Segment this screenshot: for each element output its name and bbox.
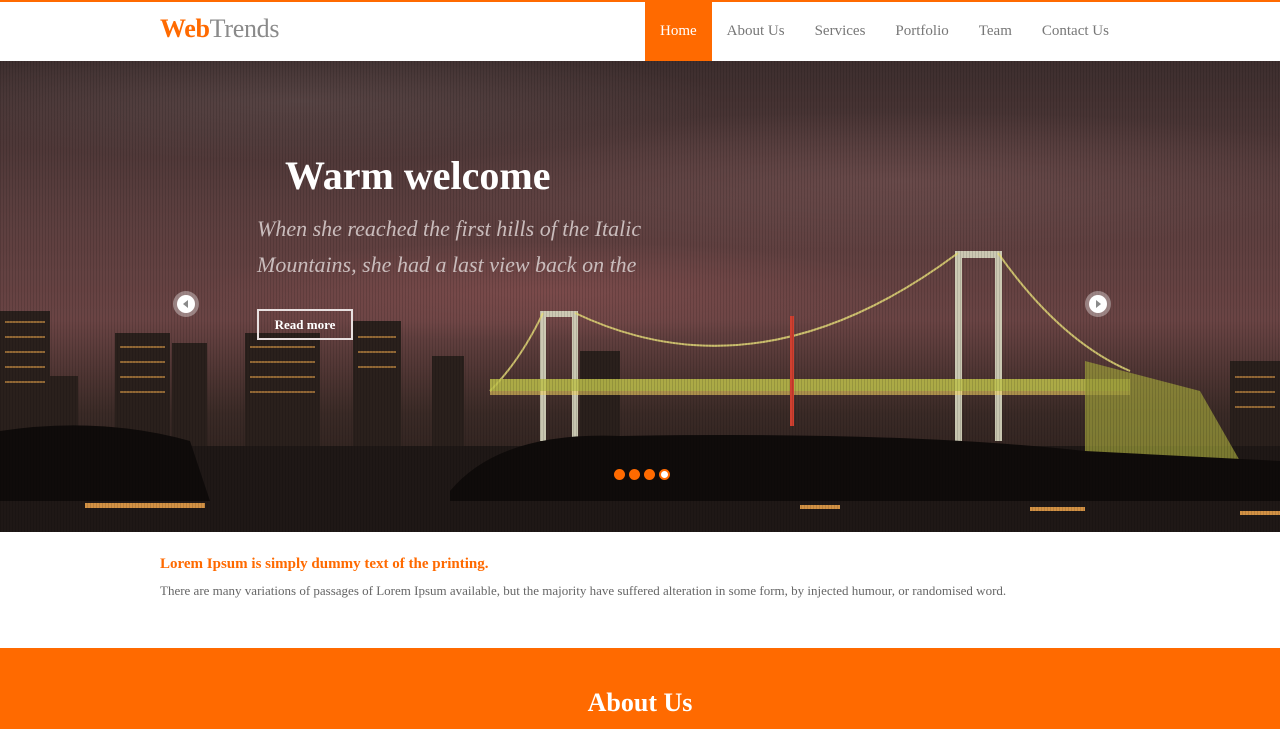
nav-item-about-us[interactable]: About Us (712, 2, 800, 61)
hero-subtitle-line-2: Mountains, she had a last view back on t… (257, 252, 637, 277)
about-section: About Us (0, 648, 1280, 729)
nav-item-portfolio[interactable]: Portfolio (880, 2, 963, 61)
logo-part-trends: Trends (209, 14, 280, 43)
hero-subtitle: When she reached the first hills of the … (257, 211, 677, 283)
about-heading: About Us (587, 688, 693, 717)
slider-dot-3[interactable] (644, 469, 655, 480)
hero-subtitle-line-1: When she reached the first hills of the … (257, 216, 642, 241)
hero-title: Warm welcome (285, 153, 551, 198)
slider-dot-4[interactable] (659, 469, 670, 480)
read-more-button[interactable]: Read more (257, 309, 353, 340)
slider-dot-1[interactable] (614, 469, 625, 480)
site-header: WebTrends Home About Us Services Portfol… (0, 2, 1280, 61)
nav-item-contact-us[interactable]: Contact Us (1027, 2, 1124, 61)
intro-paragraph: There are many variations of passages of… (160, 583, 1007, 598)
main-nav: Home About Us Services Portfolio Team Co… (645, 2, 1124, 61)
slider-pagination (614, 469, 670, 480)
chevron-left-icon (177, 295, 195, 313)
logo-part-web: Web (160, 14, 210, 43)
site-logo[interactable]: WebTrends (160, 14, 279, 44)
nav-item-team[interactable]: Team (964, 2, 1027, 61)
slider-dot-2[interactable] (629, 469, 640, 480)
chevron-right-icon (1089, 295, 1107, 313)
intro-heading: Lorem Ipsum is simply dummy text of the … (160, 556, 489, 572)
slider-next-button[interactable] (1085, 291, 1111, 317)
nav-item-home[interactable]: Home (645, 2, 712, 61)
hero-slider: Warm welcome When she reached the first … (0, 61, 1280, 532)
slider-prev-button[interactable] (173, 291, 199, 317)
nav-item-services[interactable]: Services (800, 2, 881, 61)
